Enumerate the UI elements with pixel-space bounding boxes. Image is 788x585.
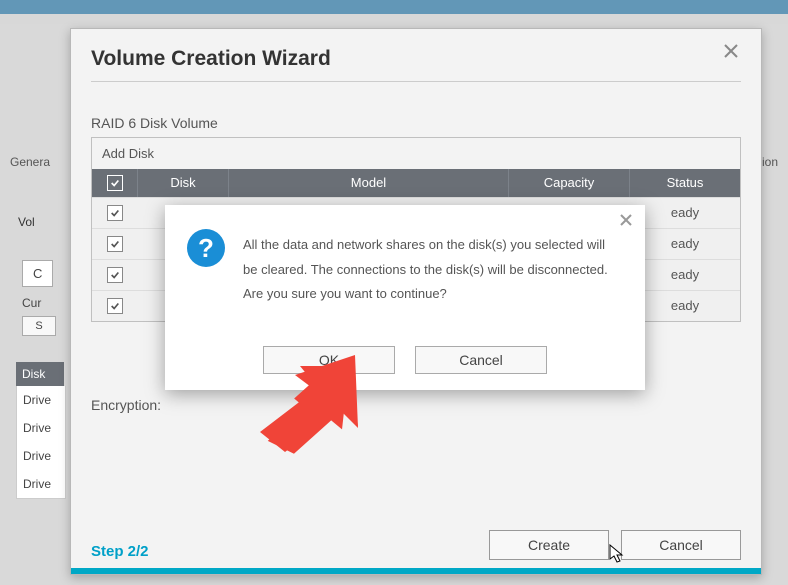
col-disk: Disk	[138, 169, 229, 197]
cancel-button[interactable]: Cancel	[621, 530, 741, 560]
question-icon: ?	[187, 229, 225, 267]
row-status: eady	[630, 229, 740, 259]
confirm-dialog: ? All the data and network shares on the…	[165, 205, 645, 390]
step-indicator: Step 2/2	[91, 543, 149, 560]
row-status: eady	[630, 291, 740, 321]
app-background: Genera ation Vol C Cur S Disk Drive Driv…	[0, 0, 788, 585]
row-checkbox[interactable]	[107, 205, 123, 221]
encryption-label: Encryption:	[91, 397, 161, 413]
table-header: Disk Model Capacity Status	[92, 169, 740, 197]
create-button[interactable]: Create	[489, 530, 609, 560]
bg-topbar-2	[0, 14, 788, 24]
bg-drive-row: Drive	[16, 470, 66, 499]
col-capacity: Capacity	[509, 169, 630, 197]
add-disk-label: Add Disk	[92, 138, 740, 169]
row-checkbox[interactable]	[107, 236, 123, 252]
close-icon[interactable]	[619, 213, 635, 229]
col-model: Model	[229, 169, 509, 197]
bg-disk-header: Disk	[16, 362, 64, 386]
col-status: Status	[630, 169, 740, 197]
bg-general-label: Genera	[10, 155, 50, 169]
bg-c-button: C	[22, 260, 53, 287]
bg-cur-label: Cur	[22, 296, 41, 310]
divider	[91, 81, 741, 82]
bg-drive-row: Drive	[16, 386, 66, 415]
confirm-message: All the data and network shares on the d…	[243, 233, 615, 307]
bg-topbar	[0, 0, 788, 14]
cancel-button[interactable]: Cancel	[415, 346, 547, 374]
bg-drive-row: Drive	[16, 442, 66, 471]
row-status: eady	[630, 198, 740, 228]
row-checkbox[interactable]	[107, 298, 123, 314]
select-all-checkbox[interactable]	[92, 169, 138, 197]
row-status: eady	[630, 260, 740, 290]
wizard-footer: Create Cancel	[489, 530, 741, 560]
row-checkbox[interactable]	[107, 267, 123, 283]
volume-type-label: RAID 6 Disk Volume	[91, 115, 218, 131]
bg-s-button: S	[22, 316, 56, 336]
ok-button[interactable]: OK	[263, 346, 395, 374]
accent-bar	[71, 568, 761, 574]
confirm-buttons: OK Cancel	[165, 346, 645, 374]
bg-vol-tab: Vol	[18, 215, 35, 229]
close-icon[interactable]	[723, 43, 743, 63]
bg-drive-row: Drive	[16, 414, 66, 443]
wizard-title: Volume Creation Wizard	[91, 47, 331, 71]
